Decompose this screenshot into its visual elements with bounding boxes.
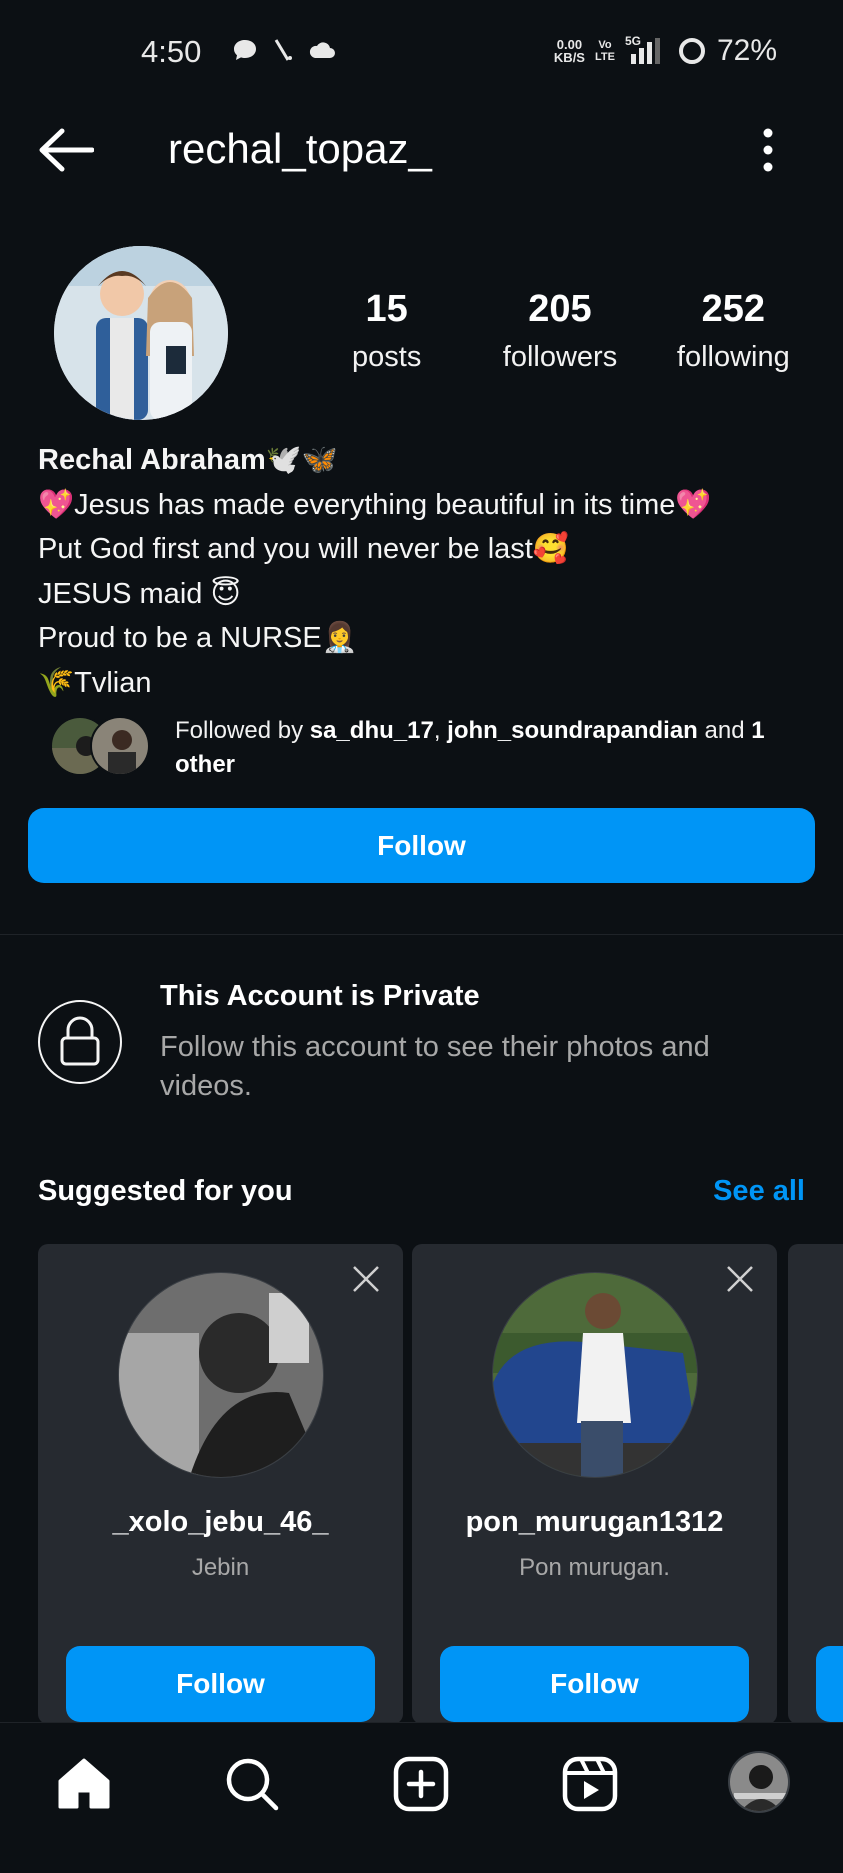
net-speed-unit: KB/S [553,50,585,65]
suggestion-username[interactable]: pon_murugan1312 [412,1506,777,1539]
private-account-notice: This Account is Private Follow this acco… [38,980,828,1102]
see-all-link[interactable]: See all [713,1175,805,1208]
suggestion-fullname: Pon murugan. [519,1554,670,1581]
cloud-icon [309,42,335,58]
bio-line: JESUS maid 😇 [38,577,241,610]
bio-line: Proud to be a NURSE👩‍⚕️ [38,622,358,654]
followed-by-sep: , [433,717,448,744]
status-system-icons: 0.00 KB/S Vo LTE 5G 72% [554,34,777,68]
profile-avatar[interactable] [54,246,228,420]
volte-indicator: Vo LTE [595,39,615,63]
suggestion-fullname: Jebin [191,1554,250,1581]
followed-by-row[interactable]: Followed by sa_dhu_17, john_soundrapandi… [50,712,830,782]
suggestion-follow-button-partial[interactable] [816,1646,843,1722]
stat-following-count: 252 [701,288,766,330]
signal-icon: 5G [625,34,667,66]
dismiss-close-icon[interactable] [351,1264,381,1294]
section-divider [0,934,843,935]
stat-posts-count: 15 [365,288,408,330]
suggestion-card[interactable]: pon_murugan1312 Pon murugan. Follow [412,1244,777,1724]
net-speed: 0.00 KB/S [554,38,585,64]
bio-line: Put God first and you will never be last… [38,533,569,565]
profile-stats: 15 posts 205 followers 252 following [300,288,820,374]
stat-posts-label: posts [352,341,422,373]
back-arrow-icon[interactable] [38,127,94,173]
search-icon[interactable] [223,1755,281,1813]
message-icon [234,40,256,60]
bio-line: 💖Jesus has made everything beautiful in … [38,488,712,521]
suggestion-follow-button[interactable]: Follow [66,1646,375,1722]
slash-icon [274,39,292,61]
dismiss-close-icon[interactable] [725,1264,755,1294]
volte-bottom: LTE [594,51,615,63]
stat-following[interactable]: 252 following [647,288,820,374]
status-notification-icons [232,38,336,62]
suggestion-follow-button[interactable]: Follow [440,1646,749,1722]
suggested-title: Suggested for you [38,1175,293,1207]
suggestion-username[interactable]: _xolo_jebu_46_ [38,1506,403,1539]
stat-following-label: following [676,341,790,373]
battery-percent: 72% [716,34,777,67]
stat-followers-label: followers [502,341,618,373]
bio-line: 🌾Tvlian [38,666,152,699]
followed-by-and: and [697,717,752,744]
private-title: This Account is Private [160,980,480,1012]
bottom-nav [0,1722,843,1873]
profile-header: rechal_topaz_ [0,105,843,195]
followed-by-prefix: Followed by [175,717,310,744]
mutual-user-2[interactable]: john_soundrapandian [447,717,698,744]
profile-name: Rechal Abraham🕊️🦋 [38,444,338,476]
followed-by-text: Followed by sa_dhu_17, john_soundrapandi… [175,714,815,782]
battery-ring-icon [678,38,705,64]
mutual-avatar-2 [90,716,150,776]
home-icon[interactable] [55,1755,113,1813]
suggestion-avatar[interactable] [118,1272,324,1478]
mutual-user-1[interactable]: sa_dhu_17 [310,717,434,744]
status-bar: 4:50 0.00 KB/S Vo LTE 5G 72% [0,0,843,105]
suggestion-card[interactable]: _xolo_jebu_46_ Jebin Follow [38,1244,403,1724]
private-subtitle: Follow this account to see their photos … [160,1031,710,1102]
more-options-icon[interactable] [757,127,779,173]
create-icon[interactable] [392,1755,450,1813]
status-time: 4:50 [141,34,202,69]
volte-top: Vo [598,39,612,51]
follow-button[interactable]: Follow [28,808,815,883]
header-username: rechal_topaz_ [168,125,432,172]
suggestion-card-partial[interactable] [788,1244,843,1724]
suggestion-avatar[interactable] [492,1272,698,1478]
stat-posts[interactable]: 15 posts [300,288,473,374]
stat-followers[interactable]: 205 followers [473,288,646,374]
profile-avatar-icon[interactable] [728,1751,790,1813]
profile-bio: Rechal Abraham🕊️🦋 💖Jesus has made everyt… [38,438,818,705]
reels-icon[interactable] [561,1755,619,1813]
stat-followers-count: 205 [528,288,592,330]
lock-icon [38,1000,122,1084]
